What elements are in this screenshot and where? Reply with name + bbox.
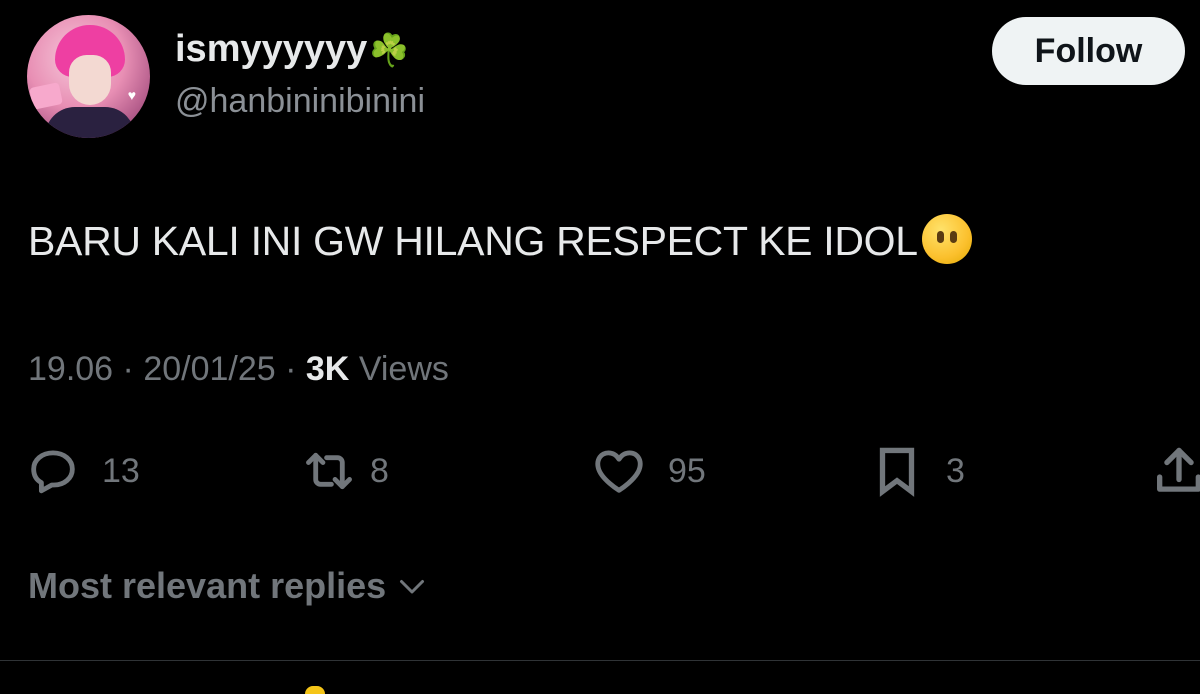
repost-count: 8 xyxy=(370,451,389,490)
share-button[interactable] xyxy=(1150,445,1200,497)
reply-count: 13 xyxy=(102,451,140,490)
divider xyxy=(0,660,1200,661)
face-without-mouth-emoji xyxy=(921,214,972,264)
bookmark-icon xyxy=(879,447,915,497)
like-count: 95 xyxy=(668,451,706,490)
bookmark-count: 3 xyxy=(946,451,965,490)
display-name[interactable]: ismyyyyyy☘️ xyxy=(175,28,409,71)
views-label[interactable]: Views xyxy=(359,350,449,388)
reply-button[interactable]: 13 xyxy=(24,445,140,497)
sort-replies-dropdown[interactable]: Most relevant replies xyxy=(28,565,430,607)
like-icon xyxy=(595,450,643,493)
avatar[interactable]: ♥ xyxy=(27,15,150,138)
user-handle[interactable]: @hanbininibinini xyxy=(175,82,425,121)
tweet-text: BARU KALI INI GW HILANG RESPECT KE IDOL xyxy=(28,214,972,265)
views-count[interactable]: 3K xyxy=(306,350,349,388)
follow-button[interactable]: Follow xyxy=(992,17,1185,85)
tweet-time[interactable]: 19.06 xyxy=(28,350,113,388)
shamrock-emoji: ☘️ xyxy=(369,32,410,68)
tweet-detail: ♥ ismyyyyyy☘️ @hanbininibinini Follow BA… xyxy=(0,0,1200,694)
bookmark-button[interactable]: 3 xyxy=(868,445,965,497)
next-reply-peek xyxy=(305,686,325,694)
tweet-meta: 19.06 · 20/01/25 · 3K Views xyxy=(28,350,449,388)
share-icon xyxy=(1157,447,1200,492)
like-button[interactable]: 95 xyxy=(590,445,706,497)
chevron-down-icon xyxy=(400,580,425,594)
tweet-date[interactable]: 20/01/25 xyxy=(143,350,275,388)
repost-button[interactable]: 8 xyxy=(300,445,389,497)
reply-icon xyxy=(31,450,75,494)
repost-icon xyxy=(306,452,352,490)
